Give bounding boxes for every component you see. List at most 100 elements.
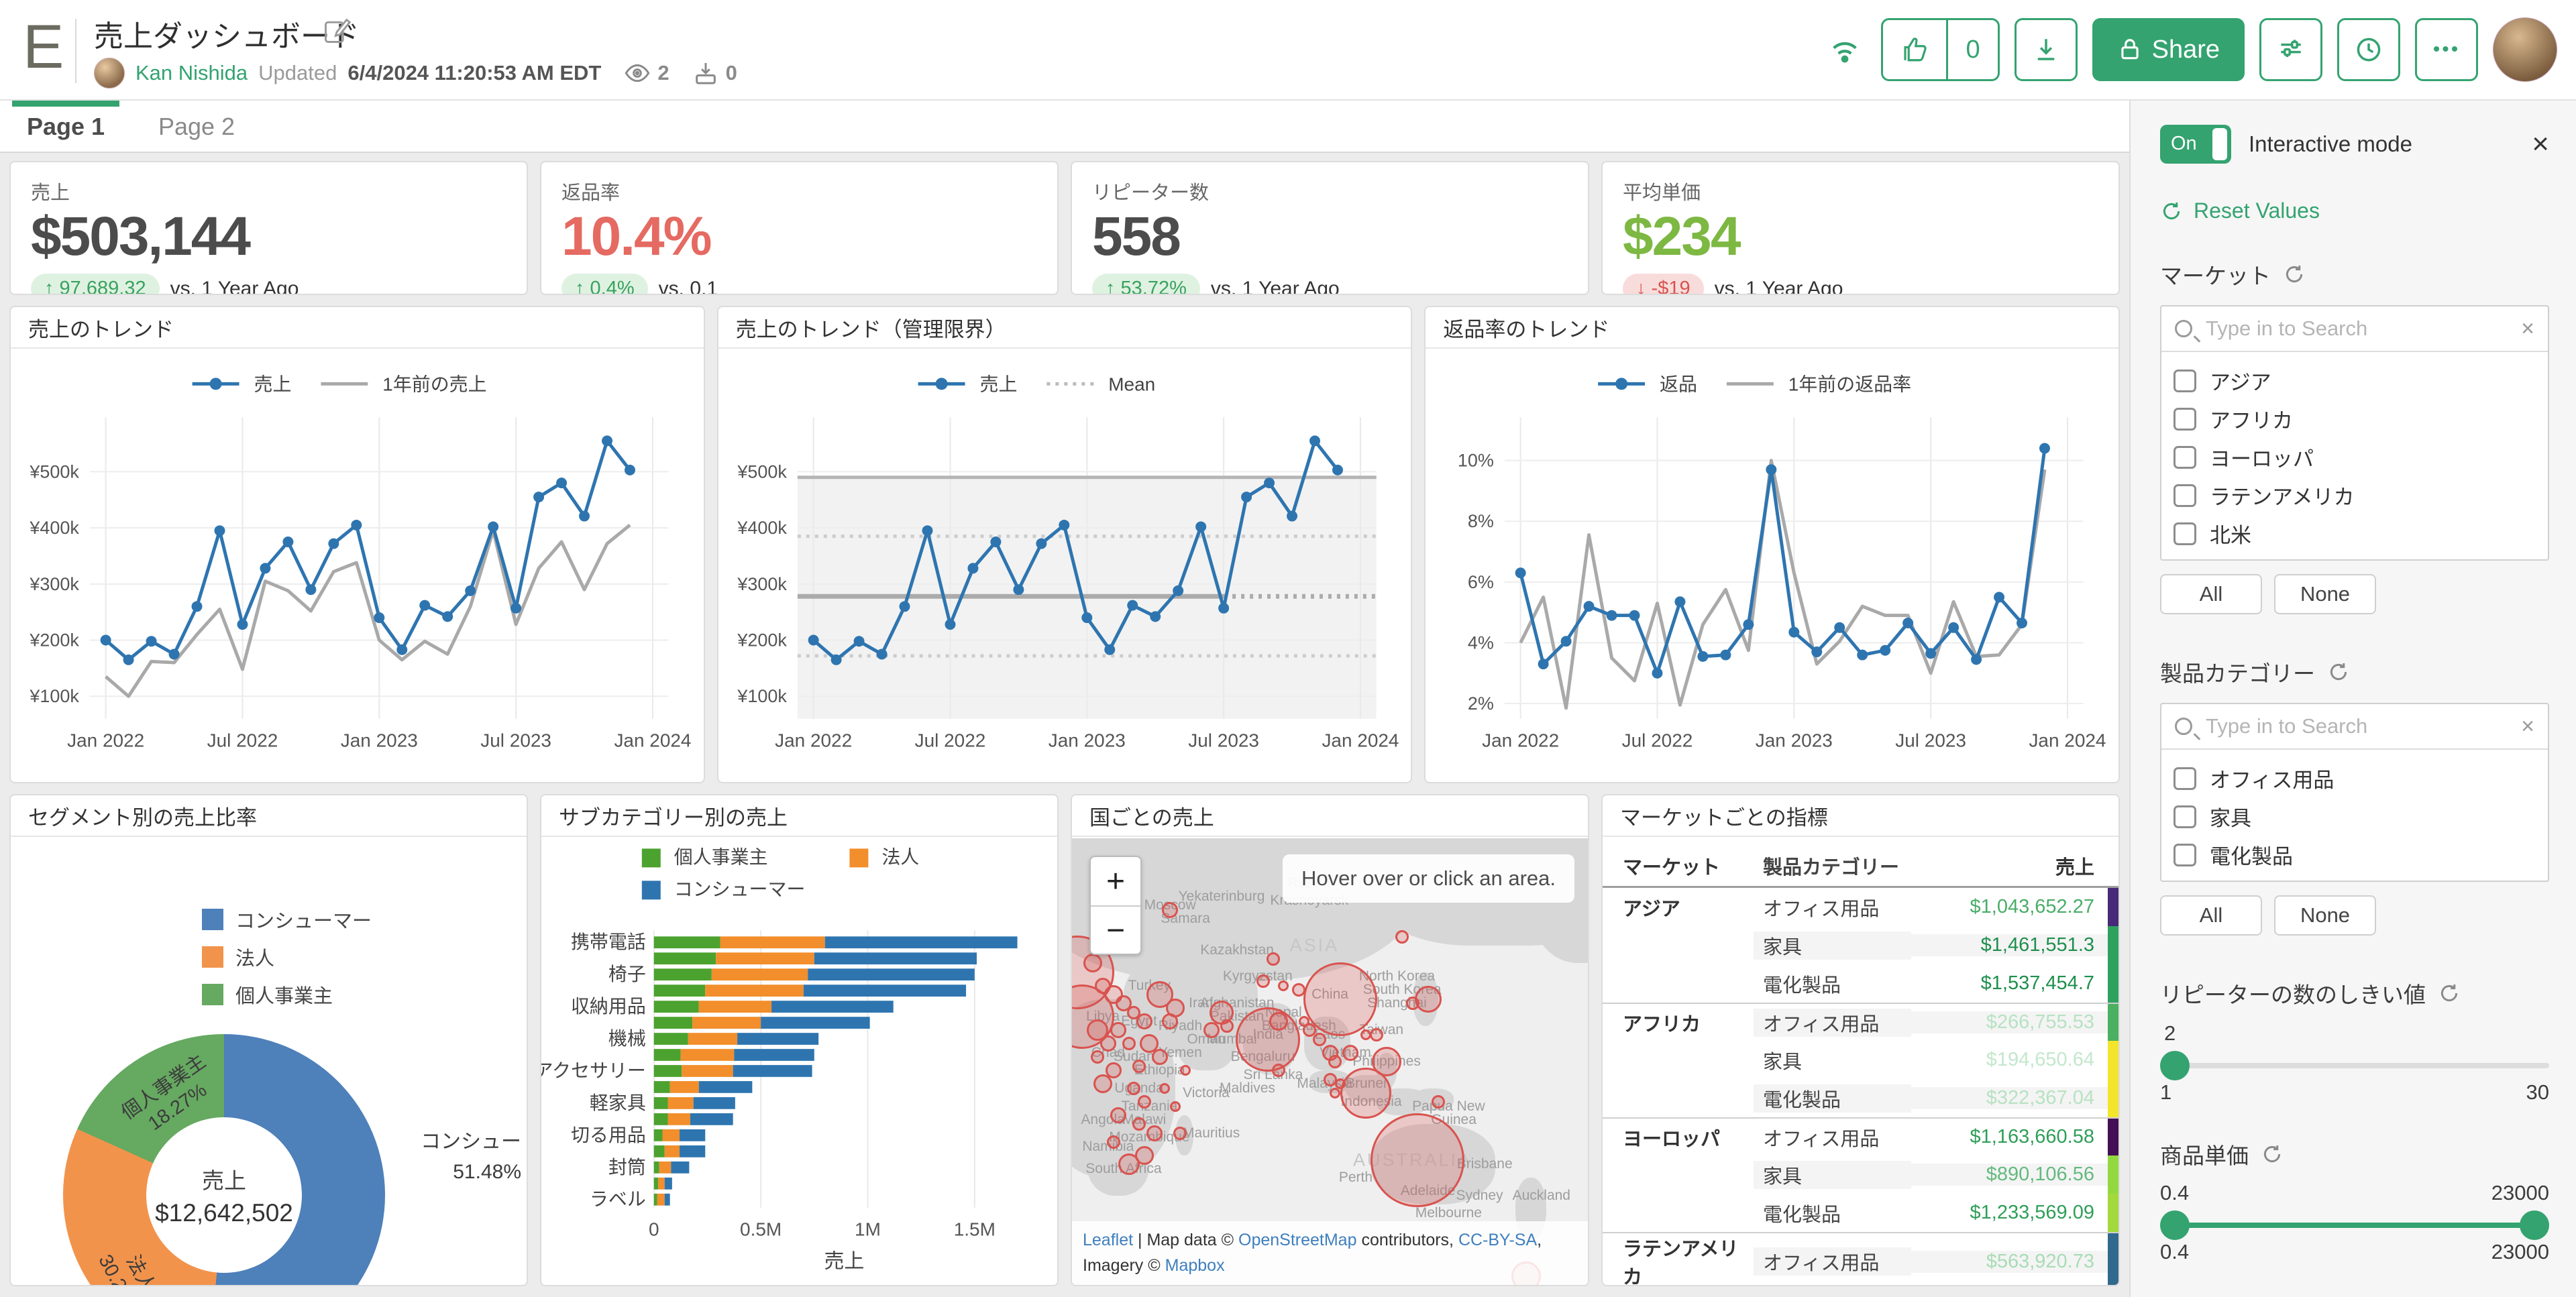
checkbox-item[interactable]: ラテンアメリカ <box>2174 476 2548 514</box>
share-button[interactable]: Share <box>2092 18 2245 81</box>
attribution-link[interactable]: Leaflet <box>1083 1231 1133 1249</box>
zoom-out-button[interactable]: − <box>1091 905 1140 954</box>
sales-trend-chart[interactable]: ¥100k¥200k¥300k¥400k¥500kJan 2022Jul 202… <box>11 350 704 782</box>
checkbox[interactable] <box>2174 446 2196 469</box>
checkbox-item[interactable]: 家具 <box>2174 797 2548 836</box>
table-row[interactable]: 電化製品$1,233,569.09 <box>1603 1194 2118 1232</box>
sales-bubble[interactable] <box>1110 1107 1126 1123</box>
table-row[interactable]: アジアオフィス用品$1,043,652.27 <box>1603 888 2118 926</box>
sales-bubble[interactable] <box>1342 1045 1358 1061</box>
category-search[interactable]: Type in to Search × <box>2161 704 2548 750</box>
attribution-link[interactable]: OpenStreetMap <box>1238 1231 1357 1249</box>
sales-bubble[interactable] <box>1170 1101 1181 1112</box>
checkbox[interactable] <box>2174 522 2196 545</box>
sales-bubble[interactable] <box>1159 1083 1170 1094</box>
sales-bubble[interactable] <box>1360 1029 1371 1040</box>
sales-bubble[interactable] <box>1132 1117 1146 1131</box>
sales-bubble[interactable] <box>1415 986 1442 1013</box>
checkbox-item[interactable]: ヨーロッパ <box>2174 438 2548 476</box>
country-sales-map[interactable]: RussiaMoscowYekaterinburgKrasnoyarskSama… <box>1072 838 1588 1285</box>
category-all-button[interactable]: All <box>2160 895 2262 936</box>
zoom-in-button[interactable]: + <box>1091 857 1140 905</box>
sales-bubble[interactable] <box>1135 1146 1154 1165</box>
checkbox-item[interactable]: アジア <box>2174 361 2548 400</box>
checkbox-item[interactable]: オフィス用品 <box>2174 759 2548 797</box>
download-button[interactable] <box>2015 18 2078 81</box>
sales-bubble[interactable] <box>1371 1113 1464 1207</box>
checkbox-item[interactable]: アフリカ <box>2174 400 2548 438</box>
refresh-icon[interactable] <box>2283 263 2306 286</box>
checkbox[interactable] <box>2174 767 2196 790</box>
sales-bubble[interactable] <box>1432 1095 1445 1109</box>
like-button[interactable]: 0 <box>1881 18 1999 81</box>
market-none-button[interactable]: None <box>2274 574 2376 614</box>
sales-bubble[interactable] <box>1083 954 1102 972</box>
search-placeholder[interactable]: Type in to Search <box>2206 714 2521 738</box>
sales-bubble[interactable] <box>1146 1125 1163 1141</box>
sales-bubble[interactable] <box>1107 1135 1120 1149</box>
checkbox[interactable] <box>2174 370 2196 392</box>
sales-bubble[interactable] <box>1203 1022 1220 1038</box>
sales-bubble[interactable] <box>1136 1013 1152 1029</box>
reset-values-button[interactable]: Reset Values <box>2160 199 2549 223</box>
parameters-button[interactable] <box>2259 18 2322 81</box>
user-avatar[interactable] <box>2493 17 2557 82</box>
sales-bubble[interactable] <box>1236 1007 1300 1072</box>
market-search[interactable]: Type in to Search × <box>2161 306 2548 352</box>
sales-bubble[interactable] <box>1278 980 1289 991</box>
checkbox[interactable] <box>2174 844 2196 866</box>
interactive-mode-toggle[interactable]: On <box>2160 125 2231 164</box>
checkbox-item[interactable]: 電化製品 <box>2174 836 2548 874</box>
table-row[interactable]: 電化製品$322,367.04 <box>1603 1079 2118 1117</box>
close-icon[interactable]: × <box>2532 127 2549 161</box>
checkbox[interactable] <box>2174 408 2196 431</box>
table-row[interactable]: アフリカオフィス用品$266,755.53 <box>1603 1003 2118 1041</box>
sales-bubble[interactable] <box>1093 1074 1112 1093</box>
checkbox[interactable] <box>2174 805 2196 828</box>
legend-item[interactable]: 法人 <box>202 943 372 971</box>
sales-bubble[interactable] <box>1395 930 1409 944</box>
sales-bubble[interactable] <box>1330 1088 1340 1098</box>
sales-bubble[interactable] <box>1173 1127 1187 1140</box>
sales-bubble[interactable] <box>1267 952 1280 966</box>
sales-bubble[interactable] <box>1328 1055 1342 1068</box>
range-handle-low[interactable] <box>2160 1210 2190 1240</box>
search-placeholder[interactable]: Type in to Search <box>2206 317 2521 341</box>
attribution-link[interactable]: CC-BY-SA <box>1458 1231 1537 1249</box>
slider-handle[interactable] <box>2160 1051 2190 1080</box>
clear-search-icon[interactable]: × <box>2521 714 2534 740</box>
refresh-icon[interactable] <box>2438 982 2461 1005</box>
subcategory-bar-chart[interactable]: 携帯電話椅子収納用品機械アクセサリー軽家具切る用品封筒ラベル00.5M1M1.5… <box>541 838 1057 1285</box>
repeater-slider[interactable] <box>2160 1051 2549 1080</box>
refresh-icon[interactable] <box>2327 661 2350 683</box>
legend-item[interactable]: コンシューマー <box>202 905 372 934</box>
sales-bubble[interactable] <box>1100 1035 1116 1052</box>
table-row[interactable]: 家具$194,650.64 <box>1603 1041 2118 1079</box>
sales-bubble[interactable] <box>1370 1028 1383 1041</box>
range-handle-high[interactable] <box>2520 1210 2549 1240</box>
unit-price-range-slider[interactable] <box>2160 1210 2549 1240</box>
clear-search-icon[interactable]: × <box>2521 316 2534 342</box>
table-row[interactable]: 家具$890,106.56 <box>1603 1155 2118 1194</box>
sales-bubble[interactable] <box>1162 1013 1178 1029</box>
thumbs-up-icon[interactable] <box>1883 20 1946 79</box>
market-all-button[interactable]: All <box>2160 574 2262 614</box>
sales-bubble[interactable] <box>1340 1068 1391 1119</box>
control-limit-chart[interactable]: ¥100k¥200k¥300k¥400k¥500kJan 2022Jul 202… <box>718 350 1411 782</box>
sales-bubble[interactable] <box>1162 902 1178 918</box>
sales-bubble[interactable] <box>1152 1049 1168 1065</box>
segment-donut-chart[interactable]: コンシューマー法人個人事業主 売上 $12,642,502 個人事業主18.27… <box>11 838 527 1285</box>
tab-page-1[interactable]: Page 1 <box>12 101 119 153</box>
sales-bubble[interactable] <box>1091 1050 1104 1064</box>
history-button[interactable] <box>2337 18 2400 81</box>
sales-bubble[interactable] <box>1127 1082 1140 1095</box>
sales-bubble[interactable] <box>1138 1095 1151 1109</box>
tab-page-2[interactable]: Page 2 <box>146 101 247 153</box>
sales-bubble[interactable] <box>1406 997 1419 1010</box>
table-row[interactable]: 電化製品$1,537,454.7 <box>1603 964 2118 1003</box>
more-button[interactable]: ••• <box>2415 18 2478 81</box>
edit-icon[interactable] <box>322 16 352 46</box>
attribution-link[interactable]: Mapbox <box>1165 1256 1225 1275</box>
author-name[interactable]: Kan Nishida <box>136 61 248 85</box>
sales-bubble[interactable] <box>1110 1022 1126 1038</box>
